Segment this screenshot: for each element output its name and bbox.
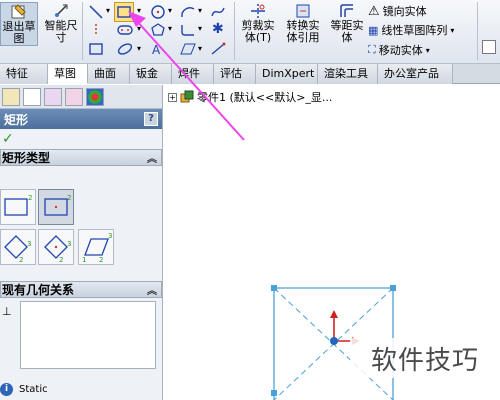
annotation-arrow [128, 11, 245, 141]
watermark: 软件技巧 [350, 338, 500, 378]
solidworks-window: 退出草 图 智能尺 寸 ▾ ▾ ▾ ▾ ▾ ▾ ▾ ✱ ▾ A ▾ 剪裁实 体(… [0, 0, 500, 400]
